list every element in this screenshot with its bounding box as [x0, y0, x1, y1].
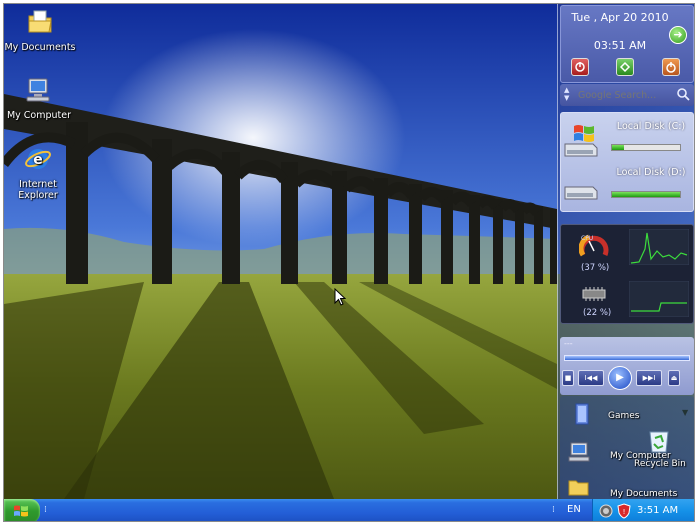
media-title: ---	[564, 339, 573, 348]
shutdown-icon[interactable]	[571, 58, 589, 76]
play-button[interactable]: ▶	[608, 366, 632, 390]
drive-label-d: Local Disk (D:)	[616, 167, 686, 178]
quick-launch-grip[interactable]: ⁞	[44, 505, 47, 515]
tray-expand-grip[interactable]: ⁞	[552, 505, 555, 515]
desktop-icon-label: Internet Explorer	[18, 179, 58, 201]
desktop-icon-label: My Computer	[6, 110, 72, 121]
restart-icon[interactable]	[616, 58, 634, 76]
chevron-down-icon[interactable]: ▼	[682, 408, 688, 417]
stop-button[interactable]: ■	[562, 370, 574, 386]
scroll-arrows-icon[interactable]: ▲ ▼	[564, 86, 569, 102]
search-icon[interactable]	[676, 87, 690, 101]
security-shield-icon[interactable]: !	[617, 503, 631, 519]
hard-drive-icon	[564, 143, 598, 157]
drive-usage-bar-d	[611, 191, 681, 198]
desktop-icon-my-computer[interactable]: My Computer	[4, 76, 75, 121]
desktop-icon-my-documents[interactable]: My Documents	[4, 8, 76, 53]
folder-icon	[28, 10, 52, 33]
eject-button[interactable]: ⏏	[668, 370, 680, 386]
previous-button[interactable]: I◀◀	[578, 370, 604, 386]
logoff-icon[interactable]	[662, 58, 680, 76]
launcher-label-my-documents[interactable]: My Documents	[610, 489, 677, 499]
cpu-badge: CPU	[581, 235, 594, 242]
memory-chip-icon	[582, 287, 606, 301]
search-gadget: ▲ ▼	[560, 84, 694, 106]
launcher-label-games[interactable]: Games	[608, 411, 639, 421]
taskbar: ⁞ ⁞ EN ! 3:51 AM	[4, 499, 694, 521]
folder-icon[interactable]	[568, 478, 590, 496]
drive-label-c: Local Disk (C:)	[616, 121, 686, 132]
desktop-icon-label: My Documents	[4, 42, 76, 53]
cpu-ram-gadget: CPU (37 %) (22 %)	[560, 224, 694, 324]
clock-gadget: Tue , Apr 20 2010 03:51 AM ➜	[560, 5, 694, 83]
next-button[interactable]: ▶▶I	[636, 370, 662, 386]
desktop-screen: My Documents My Computer e Internet Expl…	[3, 3, 695, 522]
clock-time: 03:51 AM	[593, 39, 647, 52]
svg-text:e: e	[33, 152, 43, 168]
start-button[interactable]	[4, 499, 40, 521]
mouse-cursor-icon	[334, 288, 346, 306]
drive-usage-bar-c	[611, 144, 681, 151]
network-icon[interactable]	[599, 504, 613, 518]
cpu-percent: (37 %)	[581, 263, 610, 273]
sidebar: Tue , Apr 20 2010 03:51 AM ➜ ▲ ▼ Google …	[557, 4, 694, 499]
media-player-gadget: --- ■ I◀◀ ▶ ▶▶I ⏏	[560, 337, 694, 395]
media-progress-bar[interactable]	[564, 355, 690, 361]
internet-explorer-icon: e	[25, 149, 51, 169]
system-tray: ! 3:51 AM	[592, 499, 694, 521]
computer-icon[interactable]	[568, 441, 594, 463]
desktop-icon-internet-explorer[interactable]: e Internet Explorer	[4, 145, 74, 201]
computer-icon	[26, 78, 50, 102]
recycle-bin-icon[interactable]	[646, 426, 672, 454]
svg-text:!: !	[623, 508, 626, 516]
windows-logo-icon	[14, 505, 28, 517]
clock-date: Tue , Apr 20 2010	[571, 11, 669, 24]
ram-graph	[629, 281, 689, 317]
hard-drive-icon	[564, 186, 598, 200]
drive-usage-fill-c	[612, 145, 625, 150]
ram-percent: (22 %)	[583, 308, 612, 318]
games-icon[interactable]	[572, 402, 592, 426]
drive-gadget: Local Disk (C:) Local Disk (D:)	[560, 112, 694, 212]
drive-usage-fill-d	[612, 192, 680, 197]
launcher-label-recycle-bin[interactable]: Recycle Bin	[634, 459, 686, 469]
cpu-graph	[629, 229, 689, 265]
tray-clock[interactable]: 3:51 AM	[637, 505, 678, 516]
forward-arrow-icon[interactable]: ➜	[669, 26, 687, 44]
search-input[interactable]	[578, 87, 688, 103]
launcher-gadget: Games ▼ My Computer Recycle Bin My Docum…	[560, 396, 694, 499]
